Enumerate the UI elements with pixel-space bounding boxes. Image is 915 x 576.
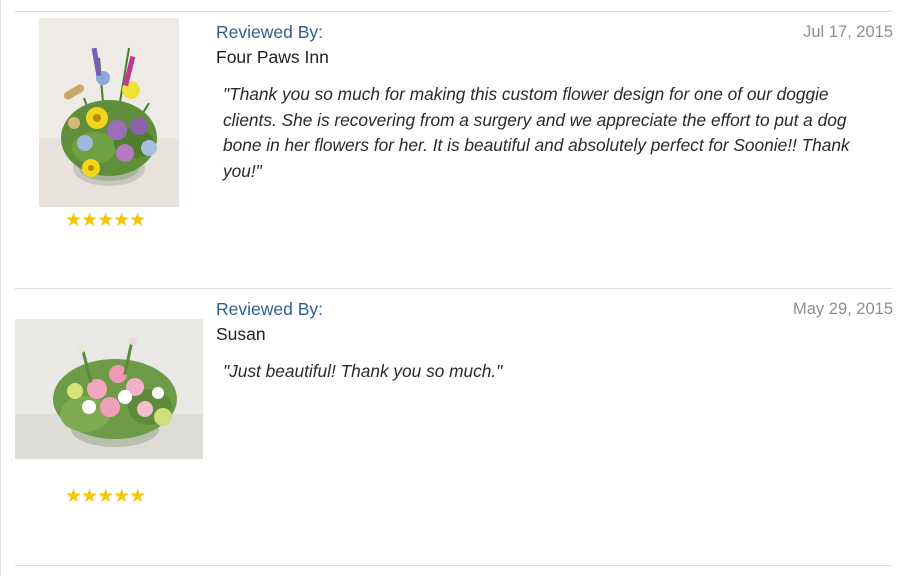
flower-arrangement-photo[interactable]	[39, 18, 179, 207]
reviewed-by-label: Reviewed By:	[216, 299, 323, 319]
reviewer-name: Four Paws Inn	[216, 47, 329, 67]
review-text: "Just beautiful! Thank you so much."	[223, 361, 503, 381]
review-text: "Thank you so much for making this custo…	[223, 84, 850, 181]
review-date: May 29, 2015	[793, 300, 893, 318]
review-item: ★★★★★ Reviewed By: Four Paws Inn Jul 17,…	[1, 0, 915, 288]
rating-stars: ★★★★★	[65, 209, 146, 231]
reviews-list: ★★★★★ Reviewed By: Four Paws Inn Jul 17,…	[0, 0, 915, 576]
divider	[15, 565, 892, 566]
reviewed-by-label: Reviewed By:	[216, 22, 323, 42]
review-item: ★★★★★ Reviewed By: Susan May 29, 2015 "J…	[1, 288, 915, 565]
review-date: Jul 17, 2015	[803, 23, 893, 41]
reviewer-name: Susan	[216, 324, 266, 344]
rating-stars: ★★★★★	[65, 485, 146, 507]
flower-arrangement-photo[interactable]	[15, 319, 203, 459]
